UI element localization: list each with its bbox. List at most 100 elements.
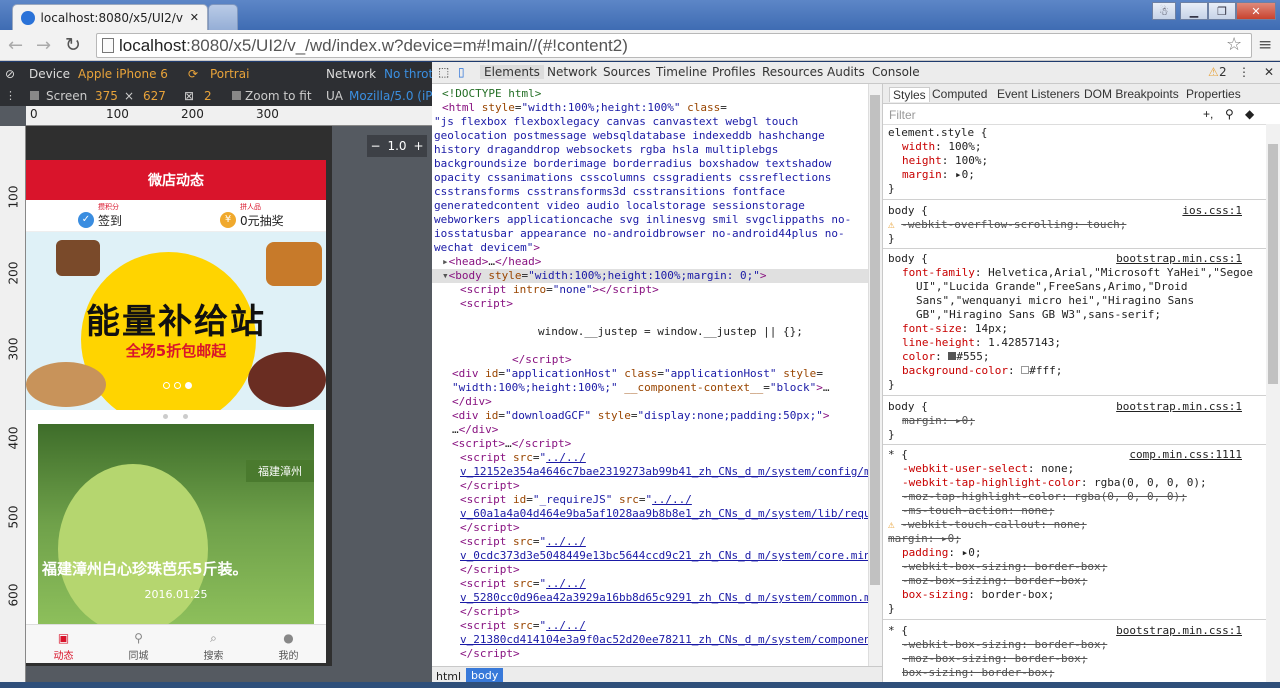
lottery-button[interactable]: ¥ 拼人品 0元抽奖: [220, 202, 284, 229]
tab-computed[interactable]: Computed: [932, 87, 987, 101]
settings-more-icon[interactable]: ⋮: [1238, 65, 1250, 79]
pager-dot[interactable]: [163, 414, 168, 419]
script-src-node-cont[interactable]: v_5280cc0d96ea42a3929a16bb8d65c9291_zh_C…: [432, 591, 868, 619]
script-link[interactable]: v_21380cd414104e3a9f0ac52d20ee78211_zh_C…: [460, 633, 868, 646]
rotate-icon[interactable]: ⟳: [188, 67, 198, 81]
source-link[interactable]: bootstrap.min.css:1: [1116, 252, 1242, 266]
elements-tree[interactable]: <!DOCTYPE html> <html style="width:100%;…: [432, 84, 868, 666]
tab-timeline[interactable]: Timeline: [656, 65, 707, 79]
pin-icon[interactable]: ⚲: [1225, 107, 1234, 121]
orientation-select[interactable]: Portrai: [210, 67, 250, 81]
nav-label: 同城: [128, 651, 149, 662]
device-mode-icon[interactable]: ▯: [458, 65, 465, 79]
tab-console[interactable]: Console: [872, 65, 920, 79]
carousel-dots[interactable]: [163, 382, 192, 389]
html-node[interactable]: <html style="width:100%;height:100%" cla…: [432, 101, 868, 115]
nav-item-search[interactable]: ⌕ 搜索: [176, 625, 251, 663]
script-src-node-cont[interactable]: v_0cdc373d3e5048449e13bc5644ccd9c21_zh_C…: [432, 549, 868, 577]
new-tab-button[interactable]: [208, 4, 238, 30]
tab-network[interactable]: Network: [547, 65, 597, 79]
warning-icon[interactable]: ⚠: [1208, 65, 1219, 79]
address-bar[interactable]: localhost:8080/x5/UI2/v_/wd/index.w?devi…: [96, 33, 1252, 58]
script-src-node-cont[interactable]: v_21380cd414104e3a9f0ac52d20ee78211_zh_C…: [432, 633, 868, 661]
source-link[interactable]: ios.css:1: [1182, 204, 1242, 218]
nav-item-dynamic[interactable]: ▣ 动态: [26, 625, 101, 663]
body-node-selected[interactable]: ▾<body style="width:100%;height:100%;mar…: [432, 269, 868, 283]
nav-item-mine[interactable]: ● 我的: [251, 625, 326, 663]
styles-filter-input[interactable]: Filter: [889, 108, 916, 122]
script-node[interactable]: <script intro="none"></script>: [432, 283, 868, 297]
script-link[interactable]: v_5280cc0d96ea42a3929a16bb8d65c9291_zh_C…: [460, 591, 868, 604]
div-node[interactable]: <div id="downloadGCF" style="display:non…: [432, 409, 868, 423]
more-icon[interactable]: ⋮: [5, 89, 16, 102]
warning-count[interactable]: 2: [1219, 65, 1227, 79]
tab-profiles[interactable]: Profiles: [712, 65, 756, 79]
device-select[interactable]: Apple iPhone 6: [78, 67, 168, 81]
menu-icon[interactable]: ≡: [1258, 35, 1272, 55]
close-window-icon[interactable]: ✕: [1236, 2, 1276, 20]
carousel-dot[interactable]: [163, 382, 170, 389]
close-devtools-icon[interactable]: ✕: [1264, 65, 1274, 79]
elements-scrollbar-thumb[interactable]: [870, 95, 880, 585]
styles-scrollbar-thumb[interactable]: [1268, 144, 1278, 384]
maximize-icon[interactable]: ❐: [1208, 2, 1236, 20]
network-select[interactable]: No throt: [384, 67, 432, 81]
carousel-dot[interactable]: [174, 382, 181, 389]
ruler-tick: 300: [256, 107, 279, 121]
script-src-node[interactable]: <script src="../../: [432, 577, 868, 591]
tab-properties[interactable]: Properties: [1186, 87, 1241, 101]
checkin-button[interactable]: ✓ 攒积分 签到: [78, 202, 122, 229]
screen-height[interactable]: 627: [143, 89, 166, 103]
tab-dom-breakpoints[interactable]: DOM Breakpoints: [1084, 87, 1179, 101]
script-src-node[interactable]: <script src="../../: [432, 619, 868, 633]
zoom-out-button[interactable]: −: [370, 139, 380, 153]
script-link[interactable]: v_12152e354a4646c7bae2319273ab99b41_zh_C…: [460, 465, 868, 478]
script-src-node-cont[interactable]: v_60a1a4a04d464e9ba5af1028aa9b8b8e1_zh_C…: [432, 507, 868, 535]
script-node[interactable]: <script>…</script>: [432, 437, 868, 451]
block-icon[interactable]: ⊘: [5, 67, 15, 81]
div-node[interactable]: <div id="applicationHost" class="applica…: [432, 367, 868, 381]
script-src-node[interactable]: <script src="../../: [432, 451, 868, 465]
screen-checkbox[interactable]: [30, 91, 39, 100]
forward-icon[interactable]: →: [36, 35, 51, 56]
tab-event-listeners[interactable]: Event Listeners: [997, 87, 1080, 101]
breadcrumb-body[interactable]: body: [466, 668, 504, 683]
tab-resources[interactable]: Resources: [762, 65, 823, 79]
screen-width[interactable]: 375: [95, 89, 118, 103]
source-link[interactable]: bootstrap.min.css:1: [1116, 400, 1242, 414]
carousel-dot-active[interactable]: [185, 382, 192, 389]
tab-audits[interactable]: Audits: [827, 65, 865, 79]
styles-scrollbar[interactable]: [1266, 124, 1280, 688]
head-node[interactable]: ▸<head>…</head>: [432, 255, 868, 269]
tab-sources[interactable]: Sources: [603, 65, 650, 79]
tab-styles[interactable]: Styles: [889, 87, 930, 102]
script-src-node-cont[interactable]: v_12152e354a4646c7bae2319273ab99b41_zh_C…: [432, 465, 868, 493]
dpr-value[interactable]: 2: [204, 89, 212, 103]
script-src-node[interactable]: <script id="_requireJS" src="../../: [432, 493, 868, 507]
user-icon[interactable]: ☃: [1152, 2, 1176, 20]
script-link[interactable]: v_60a1a4a04d464e9ba5af1028aa9b8b8e1_zh_C…: [460, 507, 868, 520]
inspect-icon[interactable]: ⬚: [438, 65, 449, 79]
tab-elements[interactable]: Elements: [480, 65, 544, 79]
source-link[interactable]: comp.min.css:1111: [1129, 448, 1242, 462]
browser-tab[interactable]: localhost:8080/x5/UI2/v ✕: [12, 4, 208, 30]
minimize-icon[interactable]: ▁: [1180, 2, 1208, 20]
promo-banner[interactable]: 能量补给站 全场5折包邮起: [26, 232, 326, 410]
source-link[interactable]: bootstrap.min.css:1: [1116, 624, 1242, 638]
ua-value[interactable]: Mozilla/5.0 (iPh: [349, 89, 432, 103]
script-node[interactable]: <script>: [432, 297, 868, 311]
script-link[interactable]: v_0cdc373d3e5048449e13bc5644ccd9c21_zh_C…: [460, 549, 868, 562]
zoom-fit-checkbox[interactable]: [232, 91, 241, 100]
zoom-in-button[interactable]: +: [413, 139, 423, 153]
bookmark-star-icon[interactable]: ☆: [1226, 34, 1242, 55]
reload-icon[interactable]: ↻: [65, 34, 81, 56]
product-card[interactable]: 福建漳州 福建漳州白心珍珠芭乐5斤装。 2016.01.25: [38, 424, 314, 624]
new-rule-icon[interactable]: +,: [1203, 107, 1213, 121]
tab-close-icon[interactable]: ✕: [190, 11, 199, 24]
back-icon[interactable]: ←: [8, 35, 23, 56]
pager-dot[interactable]: [183, 414, 188, 419]
nav-item-local[interactable]: ⚲ 同城: [101, 625, 176, 663]
toggle-state-icon[interactable]: ◆: [1245, 107, 1254, 121]
zoom-control[interactable]: − 1.0 +: [367, 135, 427, 157]
script-src-node[interactable]: <script src="../../: [432, 535, 868, 549]
